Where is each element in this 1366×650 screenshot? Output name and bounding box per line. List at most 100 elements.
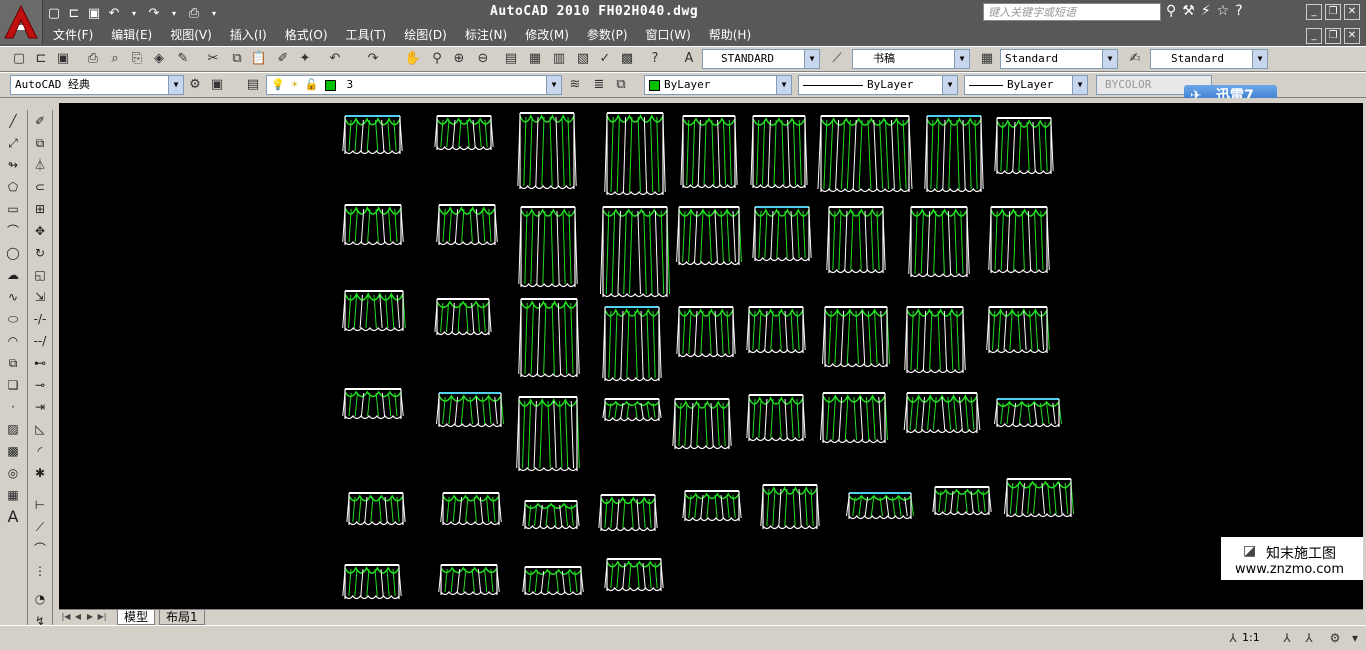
undo-icon[interactable]: ↶ bbox=[106, 6, 122, 22]
zoom-previous-icon[interactable]: ⊖ bbox=[474, 50, 492, 68]
cut-icon[interactable]: ✂ bbox=[204, 50, 222, 68]
binoculars-icon[interactable]: ⚲ bbox=[1166, 3, 1176, 19]
minimize-icon[interactable]: _ bbox=[1306, 4, 1322, 20]
workspace-switch-icon[interactable]: ⚙ bbox=[1326, 629, 1344, 647]
construction-line-icon[interactable]: ⤢ bbox=[4, 134, 22, 152]
copy-icon[interactable]: ⧉ bbox=[228, 50, 246, 68]
curtain-block[interactable] bbox=[342, 388, 404, 420]
autoscale-icon[interactable]: ⅄ bbox=[1300, 629, 1318, 647]
undo-toolbar-icon[interactable]: ↶ bbox=[326, 50, 344, 68]
mtext-icon[interactable]: A bbox=[4, 508, 22, 526]
curtain-block[interactable] bbox=[746, 394, 806, 442]
ordinate-icon[interactable]: ⋮ bbox=[31, 562, 49, 580]
rectangle-icon[interactable]: ▭ bbox=[4, 200, 22, 218]
menu-insert[interactable]: 插入(I) bbox=[223, 26, 278, 44]
layer-select[interactable]: 💡 ☀ 🔓 3 ▼ bbox=[266, 75, 562, 95]
table-style-icon[interactable]: ▦ bbox=[978, 50, 996, 68]
open-file-icon[interactable]: ⊏ bbox=[32, 50, 50, 68]
curtain-block[interactable] bbox=[599, 206, 671, 298]
design-center-icon[interactable]: ▦ bbox=[526, 50, 544, 68]
menu-dimension[interactable]: 标注(N) bbox=[458, 26, 518, 44]
curtain-block[interactable] bbox=[817, 115, 913, 193]
curtain-block[interactable] bbox=[904, 306, 966, 374]
hatch-icon[interactable]: ▨ bbox=[4, 420, 22, 438]
calculator-icon[interactable]: ▩ bbox=[618, 50, 636, 68]
workspace-settings-icon[interactable]: ⚙ bbox=[186, 76, 204, 94]
stretch-icon[interactable]: ⇲ bbox=[31, 288, 49, 306]
menu-view[interactable]: 视图(V) bbox=[163, 26, 223, 44]
curtain-block[interactable] bbox=[986, 306, 1050, 354]
help-icon[interactable]: ? bbox=[1235, 3, 1242, 19]
curtain-block[interactable] bbox=[1003, 478, 1075, 518]
save-icon[interactable]: ▣ bbox=[86, 6, 102, 22]
curtain-block[interactable] bbox=[518, 298, 580, 378]
layer-previous-icon[interactable]: ≣ bbox=[590, 76, 608, 94]
curtain-block[interactable] bbox=[822, 306, 890, 368]
qat-customize-icon[interactable]: ▾ bbox=[206, 6, 222, 22]
curtain-block[interactable] bbox=[517, 112, 577, 190]
menu-modify[interactable]: 修改(M) bbox=[518, 26, 580, 44]
etransmit-icon[interactable]: ✎ bbox=[174, 50, 192, 68]
curtain-block[interactable] bbox=[602, 306, 662, 382]
annotation-visibility-icon[interactable]: ⅄ bbox=[1278, 629, 1296, 647]
chevron-down-icon[interactable]: ▼ bbox=[168, 76, 183, 94]
move-icon[interactable]: ✥ bbox=[31, 222, 49, 240]
plot-toolbar-icon[interactable]: ⎙ bbox=[84, 50, 102, 68]
chevron-down-icon[interactable]: ▼ bbox=[942, 76, 957, 94]
chamfer-icon[interactable]: ◺ bbox=[31, 420, 49, 438]
menu-file[interactable]: 文件(F) bbox=[46, 26, 104, 44]
curtain-block[interactable] bbox=[932, 486, 992, 516]
curtain-block[interactable] bbox=[436, 204, 498, 246]
zoom-realtime-icon[interactable]: ⚲ bbox=[428, 50, 446, 68]
3d-dwf-icon[interactable]: ◈ bbox=[150, 50, 168, 68]
curtain-block[interactable] bbox=[924, 115, 984, 193]
arc-length-icon[interactable]: ⌒ bbox=[31, 540, 49, 558]
chevron-down-icon[interactable]: ▼ bbox=[1072, 76, 1087, 94]
curtain-block[interactable] bbox=[994, 398, 1062, 428]
arc-icon[interactable]: ⌒ bbox=[4, 222, 22, 240]
erase-icon[interactable]: ✐ bbox=[31, 112, 49, 130]
doc-close-icon[interactable]: ✕ bbox=[1344, 28, 1360, 44]
curtain-block[interactable] bbox=[522, 500, 580, 530]
annotation-scale-icon[interactable]: ⅄ bbox=[1224, 629, 1242, 647]
menu-help[interactable]: 帮助(H) bbox=[702, 26, 762, 44]
menu-draw[interactable]: 绘图(D) bbox=[397, 26, 458, 44]
copy-object-icon[interactable]: ⧉ bbox=[31, 134, 49, 152]
polyline-icon[interactable]: ↬ bbox=[4, 156, 22, 174]
text-style-select[interactable]: STANDARD ▼ bbox=[702, 49, 820, 69]
chevron-down-icon[interactable]: ▼ bbox=[804, 50, 819, 68]
curtain-block[interactable] bbox=[750, 115, 808, 189]
match-properties-icon[interactable]: ✐ bbox=[274, 50, 292, 68]
application-menu-button[interactable] bbox=[0, 0, 43, 44]
curtain-block[interactable] bbox=[434, 115, 494, 151]
tools-icon[interactable]: ⚒ bbox=[1182, 3, 1195, 19]
undo-dropdown-icon[interactable]: ▾ bbox=[126, 6, 142, 22]
curtain-block[interactable] bbox=[988, 206, 1050, 274]
curtain-block[interactable] bbox=[682, 490, 742, 522]
curtain-block[interactable] bbox=[994, 117, 1054, 175]
gradient-icon[interactable]: ▩ bbox=[4, 442, 22, 460]
curtain-block[interactable] bbox=[438, 564, 500, 596]
curtain-block[interactable] bbox=[342, 204, 404, 246]
curtain-block[interactable] bbox=[346, 492, 406, 526]
curtain-block[interactable] bbox=[598, 494, 658, 532]
curtain-block[interactable] bbox=[903, 392, 981, 434]
curtain-block[interactable] bbox=[746, 306, 806, 354]
tab-model[interactable]: 模型 bbox=[117, 610, 156, 625]
fillet-icon[interactable]: ◜ bbox=[31, 442, 49, 460]
mleader-style-icon[interactable]: ✍ bbox=[1126, 50, 1144, 68]
statusbar-menu-icon[interactable]: ▾ bbox=[1346, 629, 1364, 647]
curtain-block[interactable] bbox=[440, 492, 502, 526]
curtain-block[interactable] bbox=[434, 298, 492, 336]
revision-cloud-icon[interactable]: ☁ bbox=[4, 266, 22, 284]
rotate-icon[interactable]: ↻ bbox=[31, 244, 49, 262]
mirror-icon[interactable]: ⏃ bbox=[31, 156, 49, 174]
curtain-block[interactable] bbox=[522, 566, 584, 596]
array-icon[interactable]: ⊞ bbox=[31, 200, 49, 218]
table-style-select[interactable]: Standard ▼ bbox=[1000, 49, 1118, 69]
tool-palettes-icon[interactable]: ▥ bbox=[550, 50, 568, 68]
curtain-block[interactable] bbox=[518, 206, 578, 288]
curtain-block[interactable] bbox=[676, 206, 742, 266]
color-select[interactable]: ByLayer ▼ bbox=[644, 75, 792, 95]
curtain-block[interactable] bbox=[846, 492, 914, 520]
